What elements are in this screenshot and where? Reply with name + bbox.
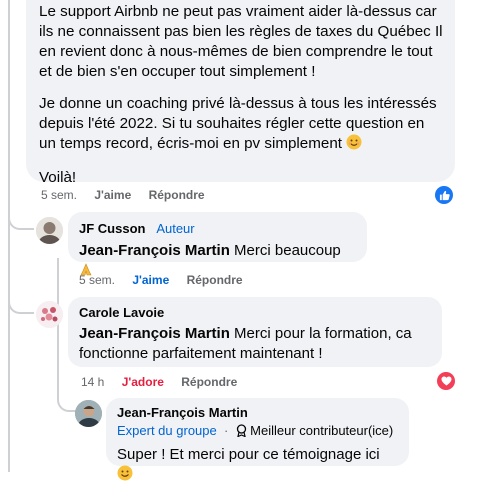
comment-paragraph-3: Voilà! [39,169,77,186]
reply-actions-carole-lavoie: 14 h J'adore Répondre [81,375,251,389]
mention-link[interactable]: Jean-François Martin [79,325,230,342]
author-name[interactable]: Jean-François Martin [117,405,248,420]
like-reaction-icon[interactable] [435,186,453,204]
comment-paragraph-2: Je donne un coaching privé là-dessus à t… [39,94,443,156]
author-name[interactable]: Carole Lavoie [79,305,164,320]
love-reaction-icon[interactable] [437,372,455,390]
reply-bubble-jf-cusson: JF Cusson Auteur Jean-François Martin Me… [68,212,367,276]
author-name[interactable]: JF Cusson [79,221,145,236]
reply-button[interactable]: Répondre [187,273,243,287]
top-contributor-icon [236,424,247,441]
reply-text-line-1: Jean-François Martin Merci pour la forma… [79,324,431,344]
smile-emoji-icon [346,134,362,156]
thread-line-main [8,0,10,472]
like-button-active[interactable]: J'aime [132,273,169,287]
comment-actions-main: 5 sem. J'aime Répondre [41,188,219,202]
author-badge: Auteur [156,221,195,236]
thread-curve-2 [8,296,34,314]
reply-time[interactable]: 5 sem. [79,273,115,287]
like-button[interactable]: J'aime [94,188,131,202]
reply-actions-jf-cusson: 5 sem. J'aime Répondre [79,273,257,287]
mention-link[interactable]: Jean-François Martin [79,242,230,259]
avatar-jf-cusson[interactable] [36,217,63,244]
avatar-jean-francois-martin[interactable] [75,400,102,427]
reply-text-body: Super ! Et merci pour ce témoignage ici [117,446,380,463]
top-contributor-badge[interactable]: Meilleur contributeur(ice) [250,423,393,438]
reply-button[interactable]: Répondre [181,375,237,389]
thread-curve-3 [57,392,77,412]
avatar-carole-lavoie[interactable] [36,301,63,328]
love-button-active[interactable]: J'adore [122,375,164,389]
comment-bubble-main: Le support Airbnb ne peut pas vraiment a… [26,0,455,186]
comment-time[interactable]: 5 sem. [41,188,77,202]
badge-separator: · [220,423,232,438]
reply-text-body: Merci beaucoup [234,242,341,259]
thread-curve-1 [8,212,34,230]
reply-time[interactable]: 14 h [81,375,104,389]
reply-bubble-carole-lavoie: Carole Lavoie Jean-François Martin Merci… [68,297,442,367]
reply-button[interactable]: Répondre [149,188,205,202]
reply-text-line-2: fonctionne parfaitement maintenant ! [79,345,323,362]
expert-badge[interactable]: Expert du groupe [117,423,217,438]
reply-bubble-jean-francois-martin: Jean-François Martin Expert du groupe · … [106,398,409,481]
reply-text: Super ! Et merci pour ce témoignage ici [117,445,398,487]
comment-paragraph-1: Le support Airbnb ne peut pas vraiment a… [39,3,443,80]
reply-text-body-1: Merci pour la formation, ca [234,325,412,342]
smile-emoji-icon [117,465,133,487]
comment-paragraph-2-text: Je donne un coaching privé là-dessus à t… [39,95,437,152]
